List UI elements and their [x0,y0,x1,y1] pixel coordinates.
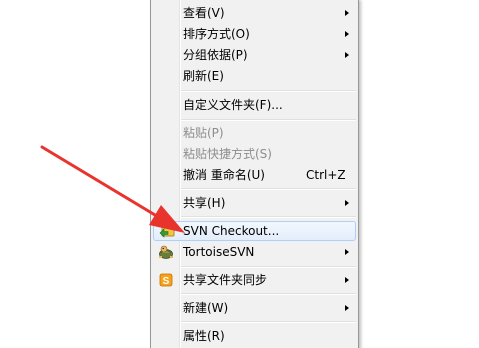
menu-item-properties[interactable]: 属性(R) [153,326,356,346]
menu-item-undo[interactable]: 撤消 重命名(U) Ctrl+Z [153,165,356,185]
menu-item-paste: 粘贴(P) [153,123,356,143]
menu-item-tortoisesvn[interactable]: TortoiseSVN [153,242,356,262]
menu-item-paste-label: 粘贴(P) [183,126,224,140]
menu-item-new[interactable]: 新建(W) [153,298,356,318]
svg-text:S: S [163,276,170,287]
svn-checkout-icon [159,223,175,239]
menu-item-paste-shortcut-label: 粘贴快捷方式(S) [183,147,272,161]
menu-separator [181,188,356,190]
submenu-arrow-icon [345,305,349,311]
menu-item-share-label: 共享(H) [183,196,226,210]
menu-item-group-label: 分组依据(P) [183,48,248,62]
desktop-background: 查看(V) 排序方式(O) 分组依据(P) 刷新(E) 自定义文件夹(F)...… [0,0,479,348]
menu-item-refresh[interactable]: 刷新(E) [153,66,356,86]
menu-item-undo-shortcut: Ctrl+Z [306,168,346,182]
menu-item-share-sync[interactable]: S 共享文件夹同步 [153,270,356,290]
submenu-arrow-icon [345,200,349,206]
submenu-arrow-icon [345,52,349,58]
menu-item-customize[interactable]: 自定义文件夹(F)... [153,95,356,115]
menu-item-tortoisesvn-label: TortoiseSVN [183,245,255,259]
menu-item-properties-label: 属性(R) [183,329,225,343]
sync-icon: S [158,272,174,288]
menu-separator [181,90,356,92]
submenu-arrow-icon [345,31,349,37]
menu-item-undo-label: 撤消 重命名(U) [183,168,265,182]
menu-separator [181,216,356,218]
submenu-arrow-icon [345,249,349,255]
menu-item-new-label: 新建(W) [183,301,229,315]
menu-separator [181,293,356,295]
menu-item-customize-label: 自定义文件夹(F)... [183,98,283,112]
menu-item-svn-checkout-label: SVN Checkout... [183,224,280,238]
menu-item-sort-label: 排序方式(O) [183,27,250,41]
submenu-arrow-icon [345,277,349,283]
menu-separator [181,119,356,121]
menu-item-view[interactable]: 查看(V) [153,3,356,23]
menu-item-view-label: 查看(V) [183,6,225,20]
menu-item-share[interactable]: 共享(H) [153,193,356,213]
menu-item-group[interactable]: 分组依据(P) [153,45,356,65]
menu-item-paste-shortcut: 粘贴快捷方式(S) [153,144,356,164]
menu-separator [181,321,356,323]
tortoise-icon [158,244,174,260]
menu-separator [181,266,356,268]
context-menu: 查看(V) 排序方式(O) 分组依据(P) 刷新(E) 自定义文件夹(F)...… [150,0,359,348]
menu-item-refresh-label: 刷新(E) [183,69,224,83]
menu-item-sort[interactable]: 排序方式(O) [153,24,356,44]
submenu-arrow-icon [345,10,349,16]
menu-item-svn-checkout[interactable]: SVN Checkout... [153,221,356,241]
menu-item-share-sync-label: 共享文件夹同步 [183,273,268,287]
